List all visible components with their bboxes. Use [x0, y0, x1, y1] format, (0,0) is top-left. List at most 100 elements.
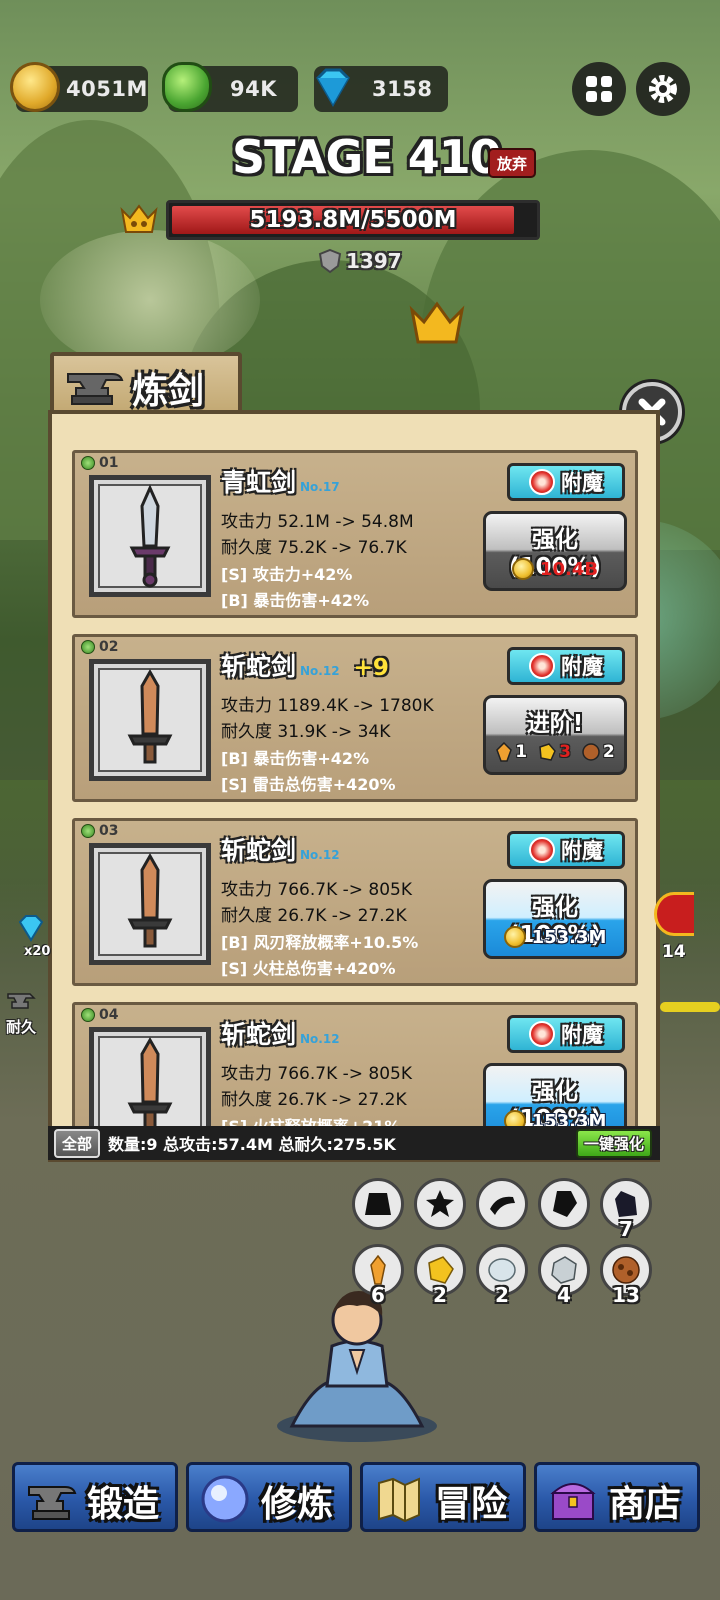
material-slot[interactable]: 6	[352, 1244, 404, 1307]
bronze-sword-icon	[127, 668, 173, 764]
one-key-enhance-button[interactable]: 一键强化	[575, 1129, 652, 1158]
gear-icon	[649, 75, 677, 103]
material-count: 13	[612, 1283, 640, 1307]
side-progress-bar	[660, 1002, 720, 1012]
jade-icon	[162, 62, 212, 112]
enhance-cost: 153.3M	[486, 926, 624, 948]
forge-summary-bar: 全部 数量:9 总攻击:57.4M 总耐久:275.5K 一键强化	[48, 1126, 660, 1160]
nav-map-button[interactable]: 冒险	[360, 1462, 526, 1532]
copper-ore-icon	[582, 743, 600, 761]
affix-line: [B] 暴击伤害+42%	[221, 749, 370, 768]
material-slot[interactable]: 2	[476, 1244, 528, 1307]
chest-icon	[550, 1483, 596, 1520]
gold-coin-icon	[10, 62, 60, 112]
dark-ore-icon	[365, 1193, 391, 1215]
enhance-button[interactable]: 强化(100%) 153.3M	[483, 879, 627, 959]
boss-crown-icon	[120, 204, 158, 233]
enchant-icon	[529, 1021, 555, 1047]
nav-chest-button[interactable]: 商店	[534, 1462, 700, 1532]
dark-gem-icon	[615, 1191, 637, 1217]
enchant-icon	[529, 653, 555, 679]
affix-line: [B] 风刃释放概率+10.5%	[221, 933, 419, 952]
durability-stat: 耐久度 75.2K -> 76.7K	[221, 538, 407, 558]
affix-line: [S] 火柱总伤害+420%	[221, 959, 396, 978]
forge-panel: 01 青虹剑 No.17 攻击力 52.1M -> 54.8M 耐久度 75.2K…	[48, 410, 660, 1162]
dark-star-icon	[426, 1190, 454, 1217]
advance-button[interactable]: 进阶! 1 3 2	[483, 695, 627, 775]
orb-icon	[201, 1475, 249, 1523]
dark-crystal-icon	[553, 1191, 577, 1217]
anvil-icon	[67, 373, 124, 405]
rarity-dot-icon	[81, 456, 95, 470]
nav-label: 冒险	[435, 1484, 508, 1525]
card-index: 02	[81, 639, 118, 655]
nav-label: 修炼	[261, 1484, 334, 1525]
copper-ore-icon	[612, 1256, 640, 1284]
material-slot[interactable]	[352, 1178, 404, 1230]
settings-button[interactable]	[636, 62, 690, 116]
material-slot[interactable]	[414, 1178, 466, 1230]
panel-title: 炼剑	[132, 371, 205, 412]
enchant-button[interactable]: 附魔	[507, 463, 625, 501]
material-slot[interactable]: 4	[538, 1244, 590, 1307]
hp-text: 5193.8M/5500M	[249, 207, 457, 233]
enchant-button[interactable]: 附魔	[507, 831, 625, 869]
stage-title: STAGE 410	[232, 130, 502, 184]
enhance-button[interactable]: 强化(100%) 10.4B	[483, 511, 627, 591]
map-icon	[378, 1477, 420, 1523]
anvil-icon	[28, 1486, 77, 1520]
boss-hp-bar: 5193.8M/5500M	[166, 200, 540, 240]
sword-name: 斩蛇剑 No.12	[221, 836, 340, 865]
grid-icon	[586, 76, 612, 102]
gold-ore-icon	[428, 1256, 454, 1284]
material-slot[interactable]	[476, 1178, 528, 1230]
forge-panel-tab: 炼剑	[50, 352, 242, 414]
material-slot[interactable]	[538, 1178, 590, 1230]
summary-info: 数量:9 总攻击:57.4M 总耐久:275.5K	[108, 1135, 396, 1154]
amber-crystal-icon	[370, 1255, 386, 1285]
armor-value: 1397	[318, 248, 402, 274]
material-count: 2	[495, 1283, 509, 1307]
nav-orb-button[interactable]: 修炼	[186, 1462, 352, 1532]
coin-icon	[503, 926, 526, 948]
enchant-button[interactable]: 附魔	[507, 647, 625, 685]
affix-line: [S] 攻击力+42%	[221, 565, 353, 584]
sword-card: 03 斩蛇剑 No.12 攻击力 766.7K -> 805K 耐久度 26.7K…	[72, 818, 638, 986]
anvil-small-icon	[7, 993, 36, 1009]
sword-frame[interactable]	[89, 659, 211, 781]
blue-sword-icon	[129, 484, 171, 588]
next-arrow-button[interactable]	[654, 892, 694, 936]
gold-ore-icon	[539, 743, 556, 761]
diamond-icon	[308, 62, 358, 112]
attack-stat: 攻击力 766.7K -> 805K	[221, 880, 413, 900]
material-slot[interactable]: 13	[600, 1244, 652, 1307]
enhance-cost: 10.4B	[486, 558, 624, 580]
right-reward-count: 14	[662, 942, 686, 962]
durability-indicator: 耐久	[6, 990, 46, 1038]
jade-counter: 94K	[162, 62, 298, 112]
nav-anvil-button[interactable]: 锻造	[12, 1462, 178, 1532]
gold-ore-material: 3	[537, 742, 571, 762]
sword-frame[interactable]	[89, 843, 211, 965]
durability-stat: 耐久度 31.9K -> 34K	[221, 722, 391, 742]
gold-counter: 4051M	[10, 62, 148, 112]
silver-disk-icon	[488, 1258, 516, 1282]
iron-ore-icon	[551, 1256, 577, 1284]
material-count: 7	[619, 1217, 633, 1241]
give-up-button[interactable]: 放弃	[488, 148, 536, 178]
copper-ore-material: 2	[581, 742, 615, 762]
menu-grid-button[interactable]	[572, 62, 626, 116]
sword-frame[interactable]	[89, 475, 211, 597]
shield-icon	[318, 248, 342, 274]
filter-all-button[interactable]: 全部	[54, 1128, 101, 1158]
material-slot[interactable]: 2	[414, 1244, 466, 1307]
material-slot[interactable]: 7	[600, 1178, 652, 1241]
enchant-button[interactable]: 附魔	[507, 1015, 625, 1053]
sword-name: 斩蛇剑 No.12	[221, 1020, 340, 1049]
affix-line: [S] 雷击总伤害+420%	[221, 775, 396, 794]
attack-stat: 攻击力 52.1M -> 54.8M	[221, 512, 414, 532]
dark-bone-icon	[490, 1196, 515, 1215]
coin-icon	[511, 558, 534, 580]
enhance-level: +9	[353, 655, 389, 681]
bronze-sword-icon	[127, 852, 173, 948]
